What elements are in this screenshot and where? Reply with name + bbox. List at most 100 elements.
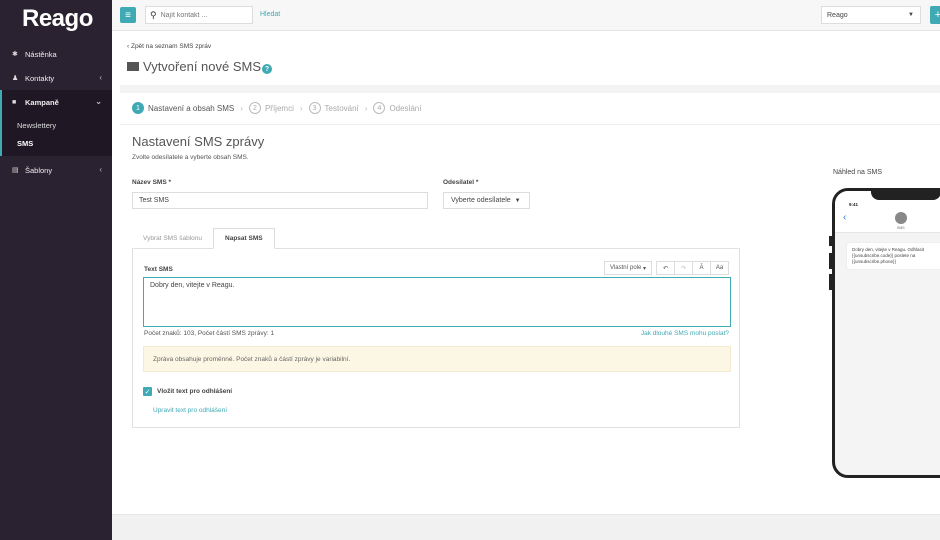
phone-time: 9:41: [849, 202, 859, 207]
divider: [120, 124, 940, 125]
section-subtitle: Zvolte odesílatele a vyberte obsah SMS.: [132, 154, 249, 161]
special-chars-icon: Ă: [699, 265, 704, 271]
step-number: 4: [373, 102, 386, 114]
preview-label: Náhled na SMS: [833, 169, 883, 176]
text-case-button[interactable]: Aa: [710, 261, 729, 275]
editor-toolbar: Vlastní pole ▾ ↶ ↷ Ă Aa: [604, 261, 729, 275]
step-sending[interactable]: 4 Odeslání: [373, 102, 421, 114]
add-button[interactable]: +: [930, 6, 940, 24]
step-label: Testování: [324, 103, 359, 113]
sidebar-item-label: Kontakty: [25, 73, 55, 83]
sidebar-item-campaigns[interactable]: ■ Kampaně ⌄: [0, 90, 112, 114]
main-content: ‹ Zpět na seznam SMS zpráv Vytvoření nov…: [112, 31, 940, 540]
sidebar-item-label: Kampaně: [25, 97, 59, 107]
step-label: Nastavení a obsah SMS: [148, 103, 235, 113]
unsubscribe-checkbox[interactable]: ✓: [143, 387, 152, 396]
chevron-right-icon: ›: [364, 103, 368, 113]
account-name: Reago: [827, 11, 848, 19]
caret-down-icon: ▼: [908, 12, 914, 18]
chevron-left-icon: ‹: [99, 165, 102, 174]
chevron-left-icon: ‹: [843, 212, 847, 223]
step-label: Odeslání: [389, 103, 422, 113]
character-counter: Počet znaků: 103, Počet částí SMS zprávy…: [144, 330, 275, 337]
sender-select-value: Vyberte odesílatele: [451, 197, 511, 204]
help-icon[interactable]: ?: [262, 64, 272, 74]
undo-icon: ↶: [662, 265, 669, 272]
chevron-left-icon: ‹: [99, 73, 102, 82]
edit-unsubscribe-link[interactable]: Upravit text pro odhlášení: [153, 407, 227, 414]
sidebar-item-contacts[interactable]: ♟ Kontakty ‹: [0, 66, 112, 90]
unsubscribe-checkbox-label[interactable]: Vložit text pro odhlášení: [157, 388, 232, 395]
step-number: 1: [132, 102, 144, 114]
search-icon: ⚲: [150, 9, 157, 20]
sidebar-subnav: Newslettery SMS: [0, 114, 112, 156]
divider: [120, 85, 940, 93]
sidebar-item-label: Šablony: [25, 165, 53, 175]
search-input[interactable]: [160, 11, 246, 19]
phone-side-button: [829, 253, 832, 269]
sender-label: Odesílatel *: [443, 179, 479, 186]
topbar: ≡ ⚲ Hledat Reago ▼ +: [112, 0, 940, 31]
chevron-right-icon: ›: [299, 103, 303, 113]
step-number: 3: [308, 102, 321, 114]
envelope-icon: ■: [12, 98, 17, 106]
chevron-right-icon: ›: [240, 103, 243, 113]
account-select[interactable]: Reago ▼: [821, 6, 921, 24]
users-icon: ♟: [12, 75, 19, 82]
sms-text-label: Text SMS: [144, 266, 173, 273]
caret-down-icon: ▾: [643, 265, 647, 272]
template-icon: ▤: [12, 167, 19, 174]
sms-name-label: Název SMS *: [132, 179, 172, 186]
check-icon: ✓: [144, 388, 151, 396]
undo-button[interactable]: ↶: [656, 261, 675, 275]
wizard-steps: 1 Nastavení a obsah SMS › 2 Příjemci › 3…: [132, 102, 421, 114]
gauge-icon: ✱: [12, 51, 18, 58]
page-title-text: Vytvoření nové SMS: [143, 59, 262, 74]
step-settings[interactable]: 1 Nastavení a obsah SMS: [132, 102, 234, 114]
search-button[interactable]: Hledat: [260, 11, 280, 18]
phone-preview: 9:41 ‹ SMS Dobry den, vitejte v Reagu. O…: [832, 188, 940, 478]
message-bubble: Dobry den, vitejte v Reagu. Odhlasit {{u…: [847, 243, 940, 269]
sms-name-input[interactable]: [132, 192, 428, 209]
tab-write-sms[interactable]: Napsat SMS: [213, 228, 275, 249]
step-label: Příjemci: [264, 103, 294, 113]
step-recipients[interactable]: 2 Příjemci: [248, 102, 294, 114]
sidebar-nav: ✱ Nástěnka ♟ Kontakty ‹ ■ Kampaně ⌄ News…: [0, 42, 112, 182]
sms-length-help-link[interactable]: Jak dlouhé SMS mohu poslat?: [641, 330, 729, 337]
custom-fields-label: Vlastní pole: [609, 265, 642, 271]
page-title: Vytvoření nové SMS: [127, 59, 261, 74]
phone-notch: [871, 191, 940, 200]
redo-icon: ↷: [680, 265, 687, 272]
content-tabs: Vybrat SMS šablonu Napsat SMS: [132, 228, 275, 249]
step-testing[interactable]: 3 Testování: [308, 102, 359, 114]
variables-warning: Zpráva obsahuje proměnné. Počet znaků a …: [143, 346, 731, 372]
text-case-icon: Aa: [715, 265, 724, 271]
redo-button[interactable]: ↷: [674, 261, 693, 275]
sidebar-item-dashboard[interactable]: ✱ Nástěnka: [0, 42, 112, 66]
hamburger-icon: ≡: [125, 9, 131, 21]
envelope-icon: [127, 62, 139, 71]
sidebar-subitem-sms[interactable]: SMS: [2, 134, 112, 152]
section-title: Nastavení SMS zprávy: [132, 134, 265, 149]
sender-select[interactable]: Vyberte odesílatele ▼: [443, 192, 530, 209]
sms-text-input[interactable]: Dobry den, vitejte v Reagu.: [143, 277, 731, 327]
logo[interactable]: Reago: [0, 0, 112, 38]
avatar: [895, 212, 907, 224]
tab-select-template[interactable]: Vybrat SMS šablonu: [132, 228, 213, 249]
special-chars-button[interactable]: Ă: [692, 261, 711, 275]
sms-editor-panel: Text SMS Vlastní pole ▾ ↶ ↷ Ă Aa Dobry d…: [132, 248, 740, 428]
sidebar-subitem-newsletters[interactable]: Newslettery: [2, 116, 112, 134]
contact-search[interactable]: ⚲: [145, 6, 253, 24]
footer: [112, 514, 940, 540]
sidebar-item-templates[interactable]: ▤ Šablony ‹: [0, 158, 112, 182]
phone-side-button: [829, 236, 832, 246]
contact-name: SMS: [897, 226, 905, 230]
phone-side-button: [829, 274, 832, 290]
custom-fields-dropdown[interactable]: Vlastní pole ▾: [604, 261, 652, 275]
hamburger-menu-button[interactable]: ≡: [120, 7, 136, 23]
chevron-down-icon: ⌄: [95, 97, 102, 106]
step-number: 2: [248, 102, 261, 114]
back-to-list-link[interactable]: ‹ Zpět na seznam SMS zpráv: [127, 43, 211, 50]
caret-down-icon: ▼: [514, 197, 521, 204]
sidebar-item-label: Nástěnka: [25, 49, 57, 59]
